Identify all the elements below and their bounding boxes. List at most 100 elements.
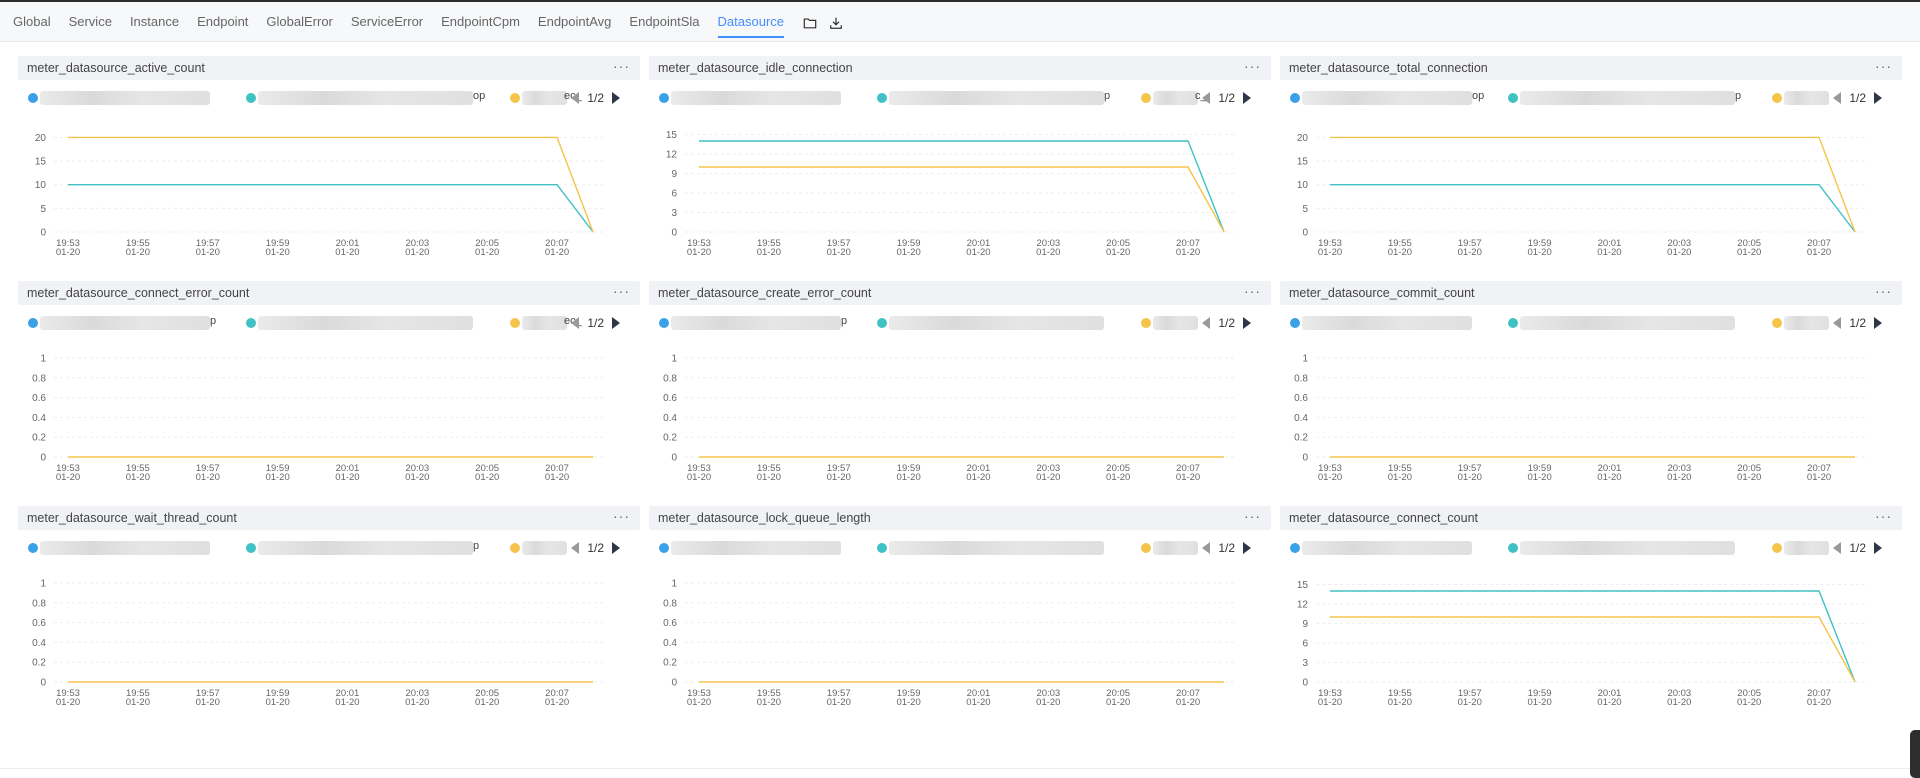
chart-panel: meter_datasource_connect_error_count ···… [18,281,640,501]
legend-pager: 1/2 [1833,89,1882,107]
pager-prev-icon[interactable] [1202,92,1211,104]
legend-dot-icon [1508,543,1518,553]
redacted-series-name [522,316,567,330]
x-tick-date: 01-20 [896,472,920,483]
x-tick-date: 01-20 [475,247,499,258]
pager-count: 1/2 [1849,316,1866,330]
legend-dot-icon [28,93,38,103]
pager-count: 1/2 [587,91,604,105]
tab-datasource[interactable]: Datasource [717,10,785,38]
tab-global-error[interactable]: GlobalError [266,10,332,38]
legend-dot-icon [1772,318,1782,328]
x-tick-date: 01-20 [1318,697,1342,708]
y-tick-label: 1 [40,578,46,589]
pager-count: 1/2 [1218,91,1235,105]
chart-svg: 00.20.40.60.8119:5301-2019:5501-2019:570… [663,578,1237,708]
legend-dot-icon [510,543,520,553]
y-tick-label: 0 [40,228,46,239]
y-tick-label: 0.4 [1294,413,1308,424]
tab-endpoint-sla[interactable]: EndpointSla [629,10,699,38]
chart-legend: 1/2 [1290,539,1900,557]
more-menu-icon[interactable]: ··· [1875,58,1892,74]
panel-title: meter_datasource_create_error_count [658,286,872,300]
x-tick-date: 01-20 [265,247,289,258]
x-tick-date: 01-20 [196,697,220,708]
y-tick-label: 1 [40,353,46,364]
y-tick-label: 1 [671,578,677,589]
more-menu-icon[interactable]: ··· [613,508,630,524]
line-chart: 0 3 6 9 12 15 19:53 01-20 19:55 01-20 19:57 01-20 19… [1280,564,1902,726]
pager-next-icon[interactable] [1243,542,1251,554]
pager-count: 1/2 [1849,541,1866,555]
pager-prev-icon[interactable] [571,317,580,329]
scroll-handle[interactable] [1910,730,1920,778]
y-tick-label: 0.2 [663,658,677,669]
tab-instance[interactable]: Instance [130,10,179,38]
y-tick-label: 9 [671,169,677,180]
tab-service[interactable]: Service [69,10,112,38]
x-tick-date: 01-20 [335,697,359,708]
y-tick-label: 0.8 [32,598,46,609]
redacted-series-name [889,541,1104,555]
pager-next-icon[interactable] [1243,317,1251,329]
download-icon[interactable] [828,15,844,31]
x-tick-date: 01-20 [56,247,80,258]
redacted-series-name [1153,91,1198,105]
pager-next-icon[interactable] [612,542,620,554]
tab-service-error[interactable]: ServiceError [351,10,423,38]
redacted-series-name [1153,541,1198,555]
pager-next-icon[interactable] [1243,92,1251,104]
pager-count: 1/2 [1849,91,1866,105]
more-menu-icon[interactable]: ··· [1875,283,1892,299]
x-tick-date: 01-20 [1388,697,1412,708]
more-menu-icon[interactable]: ··· [1244,283,1261,299]
pager-prev-icon[interactable] [1202,542,1211,554]
more-menu-icon[interactable]: ··· [1875,508,1892,524]
pager-next-icon[interactable] [612,92,620,104]
x-tick-date: 01-20 [1318,472,1342,483]
chart-panel: meter_datasource_total_connection ··· op… [1280,56,1902,276]
pager-prev-icon[interactable] [1202,317,1211,329]
chart-legend: op p 1/2 [1290,89,1900,107]
redacted-series-name [258,541,473,555]
pager-prev-icon[interactable] [571,92,580,104]
x-tick-date: 01-20 [405,472,429,483]
line-chart: 0 0.2 0.4 0.6 0.8 1 19:53 01-20 19:55 01-20 19:57 0… [649,564,1271,726]
y-tick-label: 0 [671,453,677,464]
pager-prev-icon[interactable] [1833,317,1842,329]
more-menu-icon[interactable]: ··· [1244,58,1261,74]
redacted-series-name [40,541,210,555]
folder-icon[interactable] [802,15,818,31]
line-chart: 0 0.2 0.4 0.6 0.8 1 19:53 01-20 19:55 01-20 19:57 0… [649,339,1271,501]
panel-header: meter_datasource_total_connection ··· [1280,56,1902,80]
legend-label: op [1472,90,1485,102]
more-menu-icon[interactable]: ··· [1244,508,1261,524]
pager-prev-icon[interactable] [1833,542,1842,554]
y-tick-label: 0.2 [32,433,46,444]
tab-bar: Global Service Instance Endpoint GlobalE… [0,0,1920,42]
pager-next-icon[interactable] [1874,542,1882,554]
pager-prev-icon[interactable] [1833,92,1842,104]
panel-title: meter_datasource_commit_count [1289,286,1475,300]
dashboard: Global Service Instance Endpoint GlobalE… [0,0,1920,778]
pager-next-icon[interactable] [1874,317,1882,329]
tab-endpoint[interactable]: Endpoint [197,10,248,38]
tab-global[interactable]: Global [13,10,51,38]
y-tick-label: 3 [671,208,677,219]
x-tick-date: 01-20 [1597,247,1621,258]
pager-next-icon[interactable] [612,317,620,329]
x-tick-date: 01-20 [1597,697,1621,708]
panel-title: meter_datasource_lock_queue_length [658,511,871,525]
pager-prev-icon[interactable] [571,542,580,554]
tab-endpoint-avg[interactable]: EndpointAvg [538,10,612,38]
chart-svg: 00.20.40.60.8119:5301-2019:5501-2019:570… [663,353,1237,483]
panel-header: meter_datasource_wait_thread_count ··· [18,506,640,530]
more-menu-icon[interactable]: ··· [613,283,630,299]
legend-dot-icon [659,93,669,103]
x-tick-date: 01-20 [545,247,569,258]
redacted-series-name [1520,541,1735,555]
tab-endpoint-cpm[interactable]: EndpointCpm [441,10,520,38]
more-menu-icon[interactable]: ··· [613,58,630,74]
y-tick-label: 9 [1302,619,1308,630]
pager-next-icon[interactable] [1874,92,1882,104]
